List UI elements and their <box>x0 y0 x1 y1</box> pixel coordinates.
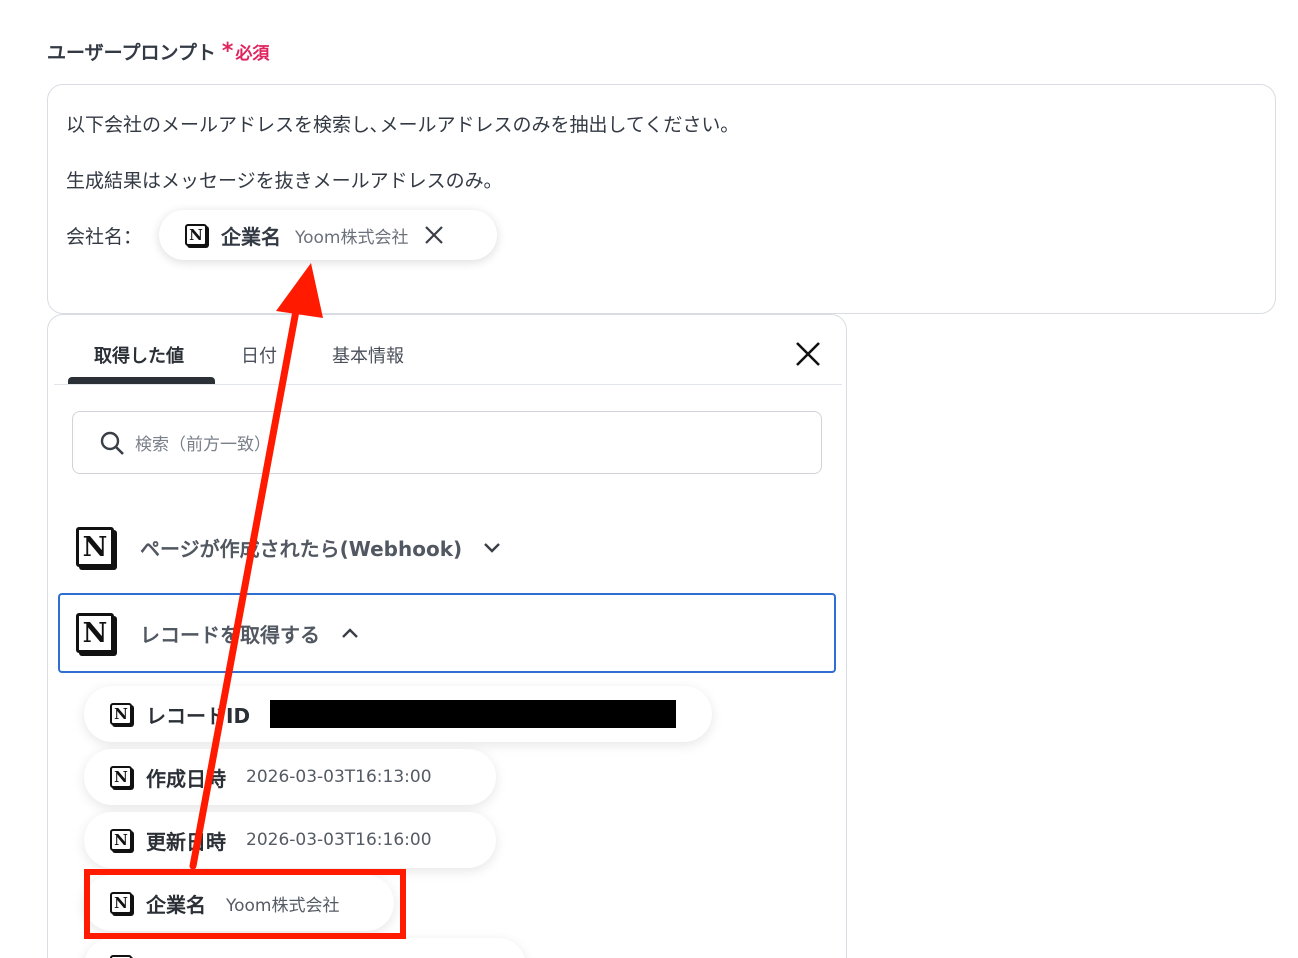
prompt-line-3: 会社名： <box>66 222 142 249</box>
tab-bar: 取得した値 日付 基本情報 <box>54 315 842 385</box>
notion-icon: N <box>76 527 114 567</box>
value-picker-panel: 取得した値 日付 基本情報 検索（前方一致） N ページが作成されたら(Webh… <box>47 314 847 958</box>
notion-icon: N <box>185 224 207 246</box>
search-placeholder: 検索（前方一致） <box>135 435 271 455</box>
notion-icon: N <box>76 613 114 653</box>
tab-date[interactable]: 日付 <box>241 342 277 368</box>
search-input[interactable]: 検索（前方一致） <box>72 411 822 474</box>
list-item-record-id[interactable]: N レコードID <box>84 686 712 742</box>
chevron-down-icon <box>484 543 500 553</box>
list-item-created-at[interactable]: N 作成日時 2026-03-03T16:13:00 <box>84 749 496 805</box>
group-page-created-webhook[interactable]: N ページが作成されたら(Webhook) <box>58 507 836 587</box>
item-title: レコードID <box>146 703 251 728</box>
chip-title: 企業名 <box>221 224 281 249</box>
field-label: ユーザープロンプト * 必須 <box>47 38 269 65</box>
notion-icon: N <box>110 766 132 788</box>
company-name-label: 会社名： <box>66 226 143 248</box>
item-title: 更新日時 <box>146 829 226 854</box>
redacted-value <box>270 700 677 728</box>
tab-acquired-values[interactable]: 取得した値 <box>94 342 184 368</box>
chip-remove-icon[interactable] <box>423 224 445 246</box>
list-item-next-partial[interactable]: N <box>84 938 526 958</box>
group-get-record[interactable]: N レコードを取得する <box>58 593 836 673</box>
prompt-line-2: 生成結果はメッセージを抜きメールアドレスのみ｡ <box>66 170 494 192</box>
annotation-highlight-box <box>84 869 406 939</box>
required-badge: 必須 <box>235 44 270 64</box>
chip-value: Yoom株式会社 <box>295 227 409 248</box>
notion-icon: N <box>110 829 132 851</box>
list-item-updated-at[interactable]: N 更新日時 2026-03-03T16:16:00 <box>84 812 496 868</box>
search-icon <box>100 431 124 455</box>
prompt-line-1: 以下会社のメールアドレスを検索し､メールアドレスのみを抽出してください｡ <box>66 114 730 136</box>
prompt-textarea[interactable]: 以下会社のメールアドレスを検索し､メールアドレスのみを抽出してください｡ 生成結… <box>47 84 1276 314</box>
tab-basic-info[interactable]: 基本情報 <box>332 342 404 368</box>
field-label-text: ユーザープロンプト <box>47 42 216 64</box>
active-tab-indicator <box>68 377 215 384</box>
notion-icon: N <box>110 703 132 725</box>
group-title: ページが作成されたら(Webhook) <box>140 536 463 561</box>
required-star: * <box>221 38 234 64</box>
item-value: 2026-03-03T16:13:00 <box>246 767 432 787</box>
group-title: レコードを取得する <box>140 622 320 647</box>
close-icon[interactable] <box>794 340 822 368</box>
item-title: 作成日時 <box>146 766 226 791</box>
variable-chip[interactable]: N 企業名 Yoom株式会社 <box>159 210 497 260</box>
chevron-up-icon <box>342 628 358 638</box>
item-value: 2026-03-03T16:16:00 <box>246 830 432 850</box>
